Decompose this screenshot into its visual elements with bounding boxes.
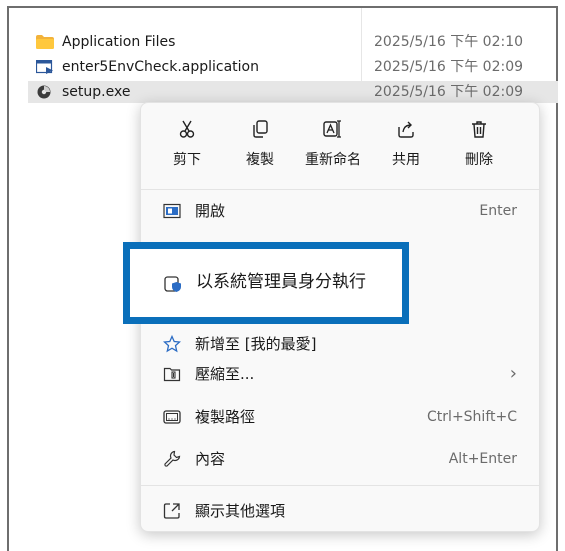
menu-item-shortcut: Enter (479, 203, 517, 219)
shield-icon (164, 276, 181, 292)
application-manifest-icon (36, 60, 53, 74)
menu-item-run-as-admin[interactable]: 以系統管理員身分執行 (123, 242, 409, 324)
rename-icon (323, 120, 341, 138)
rename-label: 重新命名 (305, 152, 361, 168)
share-label: 共用 (392, 152, 420, 168)
copy-button[interactable]: 複製 (225, 115, 295, 179)
file-name: enter5EnvCheck.application (62, 59, 259, 75)
file-name: setup.exe (62, 84, 131, 100)
menu-separator (141, 485, 539, 486)
share-button[interactable]: 共用 (371, 115, 441, 179)
open-icon (163, 203, 181, 219)
file-name: Application Files (62, 34, 176, 50)
menu-item-label: 開啟 (195, 202, 226, 220)
menu-item-label: 顯示其他選項 (195, 502, 286, 520)
wrench-icon (164, 450, 181, 467)
scissors-icon (179, 120, 195, 138)
menu-item-shortcut: Alt+Enter (448, 451, 517, 467)
file-date: 2025/5/16 下午 02:10 (374, 34, 524, 50)
more-options-icon (163, 503, 180, 519)
menu-item-compress[interactable]: 壓縮至... › (147, 356, 533, 392)
file-row-application-manifest[interactable]: enter5EnvCheck.application 2025/5/16 下午 … (30, 56, 558, 78)
file-row-setup-exe[interactable]: setup.exe 2025/5/16 下午 02:09 (28, 81, 558, 103)
zip-icon (163, 367, 181, 382)
menu-separator (141, 189, 539, 190)
menu-item-label: 複製路徑 (195, 408, 256, 426)
file-date: 2025/5/16 下午 02:09 (374, 59, 524, 75)
share-icon (398, 121, 414, 138)
copy-label: 複製 (246, 152, 274, 168)
quick-actions-bar: 剪下 複製 重新命名 共用 刪除 (141, 115, 539, 179)
copy-icon (253, 120, 268, 138)
cut-label: 剪下 (173, 152, 201, 168)
menu-item-shortcut: Ctrl+Shift+C (427, 409, 517, 425)
file-date: 2025/5/16 下午 02:09 (374, 84, 524, 100)
run-as-admin-label: 以系統管理員身分執行 (196, 272, 366, 292)
delete-button[interactable]: 刪除 (444, 115, 514, 179)
menu-item-show-more-options[interactable]: 顯示其他選項 (147, 493, 533, 529)
chevron-right-icon: › (509, 363, 517, 384)
menu-item-properties[interactable]: 內容 Alt+Enter (147, 441, 533, 477)
rename-button[interactable]: 重新命名 (298, 115, 368, 179)
cut-button[interactable]: 剪下 (152, 115, 222, 179)
trash-icon (472, 121, 486, 138)
copy-path-icon (163, 410, 181, 424)
folder-icon (36, 35, 54, 49)
menu-item-open[interactable]: 開啟 Enter (147, 193, 533, 229)
delete-label: 刪除 (465, 152, 493, 168)
setup-exe-icon (37, 85, 51, 99)
menu-item-label: 壓縮至... (195, 365, 255, 383)
menu-item-label: 內容 (195, 450, 226, 468)
menu-item-copy-path[interactable]: 複製路徑 Ctrl+Shift+C (147, 399, 533, 435)
file-row-application-files[interactable]: Application Files 2025/5/16 下午 02:10 (30, 31, 558, 53)
star-icon (163, 335, 181, 353)
